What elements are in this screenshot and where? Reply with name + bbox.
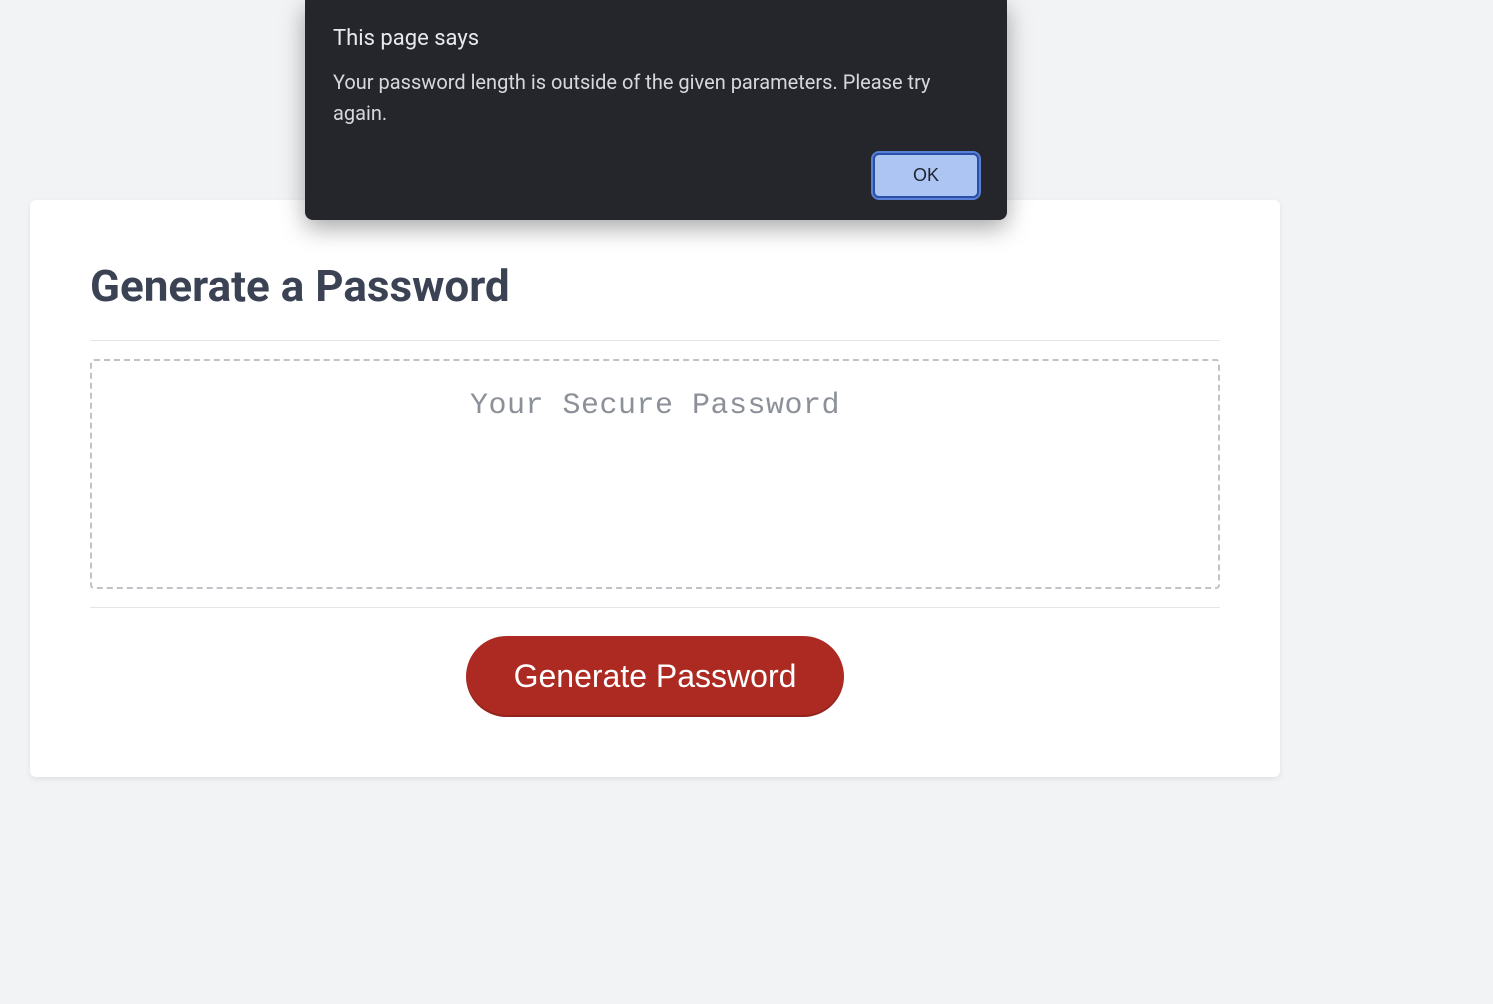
alert-title: This page says [333, 26, 979, 51]
password-placeholder-text: Your Secure Password [470, 389, 840, 423]
alert-dialog: This page says Your password length is o… [305, 0, 1007, 220]
ok-button[interactable]: OK [873, 153, 979, 198]
generate-password-button[interactable]: Generate Password [466, 636, 845, 717]
password-generator-card: Generate a Password Your Secure Password… [30, 200, 1280, 777]
divider [90, 607, 1220, 608]
page-title: Generate a Password [90, 260, 1220, 312]
alert-actions: OK [333, 153, 979, 198]
alert-message: Your password length is outside of the g… [333, 67, 953, 129]
password-output-box: Your Secure Password [90, 359, 1220, 589]
divider [90, 340, 1220, 341]
button-row: Generate Password [90, 636, 1220, 717]
